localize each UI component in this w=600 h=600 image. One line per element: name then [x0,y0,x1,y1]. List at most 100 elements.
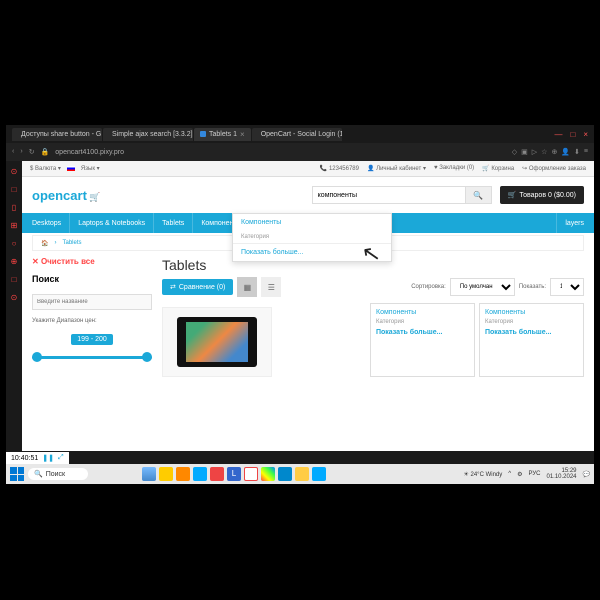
show-label: Показать: [519,284,546,290]
ext-icon[interactable]: 👤 [561,148,570,156]
suggestion-card[interactable]: Компоненты Категория Показать больше... [479,303,584,377]
site-logo[interactable]: opencart 🛒 [32,188,101,203]
app-icon[interactable] [261,467,275,481]
filter-heading: Поиск [32,274,152,284]
app-icon[interactable] [159,467,173,481]
app-icon[interactable] [142,467,156,481]
cart-link[interactable]: 🛒 Корзина [482,165,514,172]
lock-icon: 🔒 [41,148,50,156]
ext-icon[interactable]: ☆ [541,148,547,156]
ext-icon[interactable]: ▷ [532,148,537,156]
tray-chevron[interactable]: ^ [508,471,511,477]
nav-laptops[interactable]: Laptops & Notebooks [70,213,154,233]
currency-selector[interactable]: $ Валюта ▾ [30,165,61,172]
app-icon[interactable]: L [227,467,241,481]
cart-button[interactable]: 🛒Товаров 0 ($0.00) [500,186,584,204]
forward-icon[interactable]: › [20,148,22,156]
app-icon[interactable] [244,467,258,481]
filter-sidebar: ✕ Очистить все Поиск Укажите Диапазон це… [32,257,152,377]
menu-icon[interactable]: ≡ [584,148,588,156]
ext-icon[interactable]: ◇ [512,148,517,156]
clock[interactable]: 15:2901.10.2024 [546,468,576,480]
site-header: opencart 🛒 🔍 🛒Товаров 0 ($0.00) [22,177,594,213]
nav-tablets[interactable]: Tablets [154,213,193,233]
product-main: Tablets ⇄ Сравнение (0) ▦ ☰ Сортировка: … [162,257,584,377]
notifications-icon[interactable]: 💬 [583,471,590,478]
ext-icon[interactable]: ⬇ [574,148,580,156]
window-controls: — □ × [554,130,588,139]
price-slider[interactable] [32,352,152,364]
side-icon[interactable]: ⊕ [9,257,19,267]
price-range-label: Укажите Диапазон цен: [32,318,152,324]
search-button[interactable]: 🔍 [466,186,492,204]
tab-3[interactable]: OpenCart - Social Login (1× [252,128,342,141]
tab-1[interactable]: Simple ajax search [3.3.2]× [103,128,193,141]
minimize-icon[interactable]: — [554,130,562,139]
price-range-badge: 199 - 200 [71,334,113,345]
side-icon[interactable]: ⊙ [9,167,19,177]
breadcrumb-item[interactable]: Tablets [62,240,81,246]
slider-min-knob[interactable] [32,352,42,362]
taskbar-search[interactable]: 🔍 Поиск [28,468,88,480]
browser-sidebar: ⊙ □ ▯ ⊞ ○ ⊕ □ ⊙ [6,161,22,451]
side-icon[interactable]: □ [9,275,19,285]
slider-max-knob[interactable] [142,352,152,362]
product-toolbar: ⇄ Сравнение (0) ▦ ☰ Сортировка: По умолч… [162,277,584,297]
side-icon[interactable]: ⊞ [9,221,19,231]
close-icon[interactable]: × [240,130,245,139]
clear-filters[interactable]: ✕ Очистить все [32,257,152,266]
grid-view-button[interactable]: ▦ [237,277,257,297]
back-icon[interactable]: ‹ [12,148,14,156]
pause-icon[interactable]: ❚❚ [42,454,54,462]
side-icon[interactable]: ⊙ [9,293,19,303]
close-icon[interactable]: × [583,130,588,139]
side-icon[interactable]: ○ [9,239,19,249]
windows-taskbar: 🔍 Поиск L ☀ 24°C Windy ^ ⚙ РУС 15:2901.1… [6,464,594,484]
ext-icon[interactable]: ⊕ [551,148,557,156]
list-view-button[interactable]: ☰ [261,277,281,297]
suggestion-card[interactable]: Компоненты Категория Показать больше... [370,303,475,377]
side-icon[interactable]: ▯ [9,203,19,213]
product-image [162,307,272,377]
tray-icon[interactable]: ⚙ [517,471,522,478]
weather-widget[interactable]: ☀ 24°C Windy [463,471,502,478]
start-button[interactable] [10,467,24,481]
maximize-icon[interactable]: □ [570,130,575,139]
app-icon[interactable] [278,467,292,481]
flag-icon [67,166,75,171]
recording-bar: 10:40:51 ❚❚ ⤢ [6,452,69,464]
tab-2[interactable]: Tablets 1× [194,128,251,141]
compare-button[interactable]: ⇄ Сравнение (0) [162,279,233,295]
side-icon[interactable]: □ [9,185,19,195]
account-link[interactable]: 👤 Личный кабинет ▾ [367,165,426,172]
search-input[interactable] [312,186,466,204]
sort-select[interactable]: По умолчан [450,278,515,296]
record-time: 10:40:51 [11,455,38,462]
url-input[interactable]: opencart4100.pixy.pro [55,149,505,156]
app-icon[interactable] [176,467,190,481]
sort-label: Сортировка: [411,284,446,290]
url-bar: ‹ › ↻ 🔒 opencart4100.pixy.pro ◇ ▣ ▷ ☆ ⊕ … [6,143,594,161]
tab-0[interactable]: Доступы share button - G× [12,128,102,141]
app-icon[interactable] [193,467,207,481]
nav-players[interactable]: layers [557,213,592,233]
home-icon[interactable]: 🏠 [41,240,48,247]
expand-icon[interactable]: ⤢ [58,454,64,462]
language-indicator[interactable]: РУС [528,471,540,477]
nav-desktops[interactable]: Desktops [24,213,70,233]
product-card[interactable] [162,307,272,377]
filter-name-input[interactable] [32,294,152,310]
app-icon[interactable] [210,467,224,481]
reload-icon[interactable]: ↻ [29,148,35,156]
limit-select[interactable]: 10 [550,278,584,296]
search-icon: 🔍 [473,191,483,200]
checkout-link[interactable]: ↪ Оформление заказа [522,165,586,172]
wishlist-link[interactable]: ♥ Закладки (0) [434,165,474,172]
phone-link[interactable]: 📞 123456789 [320,165,359,172]
language-selector[interactable]: Язык ▾ [81,165,100,172]
dropdown-item[interactable]: Компоненты [233,214,391,231]
app-icon[interactable] [312,467,326,481]
app-icon[interactable] [295,467,309,481]
search-form: 🔍 [312,186,492,204]
ext-icon[interactable]: ▣ [521,148,528,156]
